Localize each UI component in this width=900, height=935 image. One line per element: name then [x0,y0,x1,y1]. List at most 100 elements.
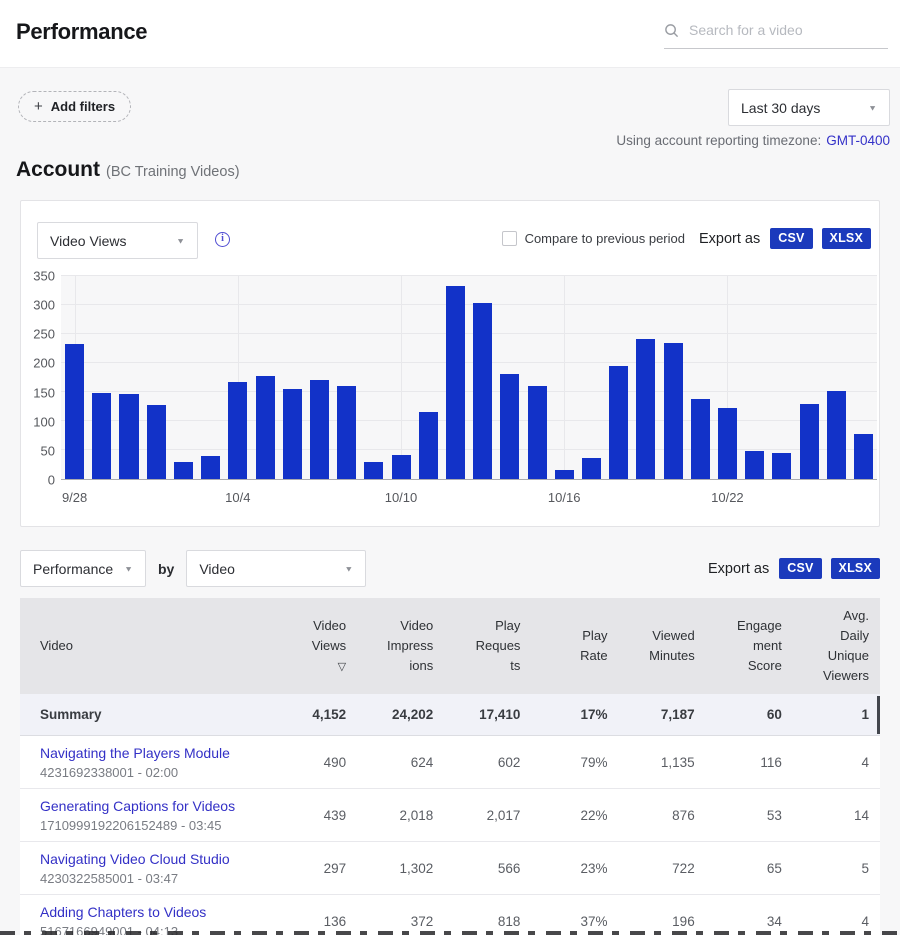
video-title-link[interactable]: Generating Captions for Videos [40,798,259,814]
chart-bar-10/10[interactable] [392,455,411,479]
chart-y-axis: 050100150200250300350 [27,276,55,480]
chart-bar-10/3[interactable] [201,456,220,479]
dimension-select[interactable]: Video ▼ [186,550,366,587]
chart-bar-10/13[interactable] [473,303,492,479]
column-header-video-views[interactable]: VideoViews▽ [270,616,357,676]
bar-slot [768,276,795,479]
chart-x-axis: 9/2810/410/1010/1610/22 [61,490,877,510]
header-line: Daily [793,626,869,646]
add-filters-button[interactable]: + Add filters [18,91,131,122]
column-header-avg-daily-unique-viewers[interactable]: Avg.DailyUniqueViewers [793,606,880,687]
y-tick-label: 150 [33,385,55,400]
chart-plot [61,276,877,480]
x-tick-label: 10/16 [548,490,581,505]
chart-bar-10/17[interactable] [582,458,601,479]
chart-bar-10/25[interactable] [800,404,819,479]
y-tick-label: 250 [33,327,55,342]
chart-bar-10/22[interactable] [718,408,737,479]
column-header-play-rate[interactable]: PlayRate [531,626,618,666]
export-xlsx-button[interactable]: XLSX [822,228,871,249]
column-header-engagement-score[interactable]: EngagementScore [706,616,793,676]
timezone-link[interactable]: GMT-0400 [826,133,890,148]
by-label: by [158,561,174,577]
video-cell: Navigating the Players Module42316923380… [20,736,270,788]
table-row: Generating Captions for Videos1710999192… [20,789,880,842]
column-header-video[interactable]: Video [20,636,270,656]
bar-slot [714,276,741,479]
chart-bar-10/8[interactable] [337,386,356,479]
chart-bar-10/19[interactable] [636,339,655,479]
compare-checkbox[interactable] [502,231,517,246]
table-export-csv-button[interactable]: CSV [779,558,821,579]
report-type-select[interactable]: Performance ▼ [20,550,146,587]
chart-bar-10/7[interactable] [310,380,329,479]
chart-bar-10/11[interactable] [419,412,438,479]
cell-value: 2,017 [444,808,531,823]
chart-bar-10/24[interactable] [772,453,791,479]
bar-slot [387,276,414,479]
cell-value: 624 [357,755,444,770]
cell-value: 37% [531,914,618,929]
cell-value: 490 [270,755,357,770]
chart-bar-10/5[interactable] [256,376,275,479]
chart-bar-10/16[interactable] [555,470,574,479]
chart-bar-9/28[interactable] [65,344,84,479]
bar-slot [523,276,550,479]
chart-bar-10/4[interactable] [228,382,247,479]
chart-bar-10/21[interactable] [691,399,710,479]
chart-bar-10/26[interactable] [827,391,846,479]
cell-value: 53 [706,808,793,823]
chart-bar-10/23[interactable] [745,451,764,479]
date-range-select[interactable]: Last 30 days ▼ [728,89,890,126]
y-tick-label: 300 [33,298,55,313]
timezone-prefix: Using account reporting timezone: [616,133,821,148]
metric-select[interactable]: Video Views ▼ [37,222,198,259]
chart-bar-10/1[interactable] [147,405,166,479]
header-line: Views [270,636,346,656]
cell-value: 5 [793,861,880,876]
chart-bar-10/14[interactable] [500,374,519,479]
chart-bar-10/9[interactable] [364,462,383,479]
search-input[interactable] [687,21,888,39]
column-header-video-impressions[interactable]: VideoImpressions [357,616,444,676]
video-title-link[interactable]: Navigating Video Cloud Studio [40,851,259,867]
table-export-xlsx-button[interactable]: XLSX [831,558,880,579]
y-tick-label: 0 [48,473,55,488]
header-line: Video [357,616,433,636]
cell-value: 818 [444,914,531,929]
table-scrollbar-thumb[interactable] [877,696,880,734]
chart-bar-10/18[interactable] [609,366,628,479]
export-csv-button[interactable]: CSV [770,228,812,249]
chart-bar-10/27[interactable] [854,434,873,479]
bar-slot [279,276,306,479]
bar-slot [823,276,850,479]
cell-value: 722 [619,861,706,876]
chart-bar-10/15[interactable] [528,386,547,479]
chart-bars [61,276,877,479]
chart-bar-10/20[interactable] [664,343,683,479]
chart-bar-10/6[interactable] [283,389,302,479]
y-tick-label: 100 [33,414,55,429]
plus-icon: + [34,98,43,115]
chart-bar-9/30[interactable] [119,394,138,479]
cell-value: 14 [793,808,880,823]
bar-slot [306,276,333,479]
bar-slot [415,276,442,479]
summary-value: 60 [706,707,793,722]
header-line: Reques [444,636,520,656]
bar-slot [442,276,469,479]
video-title-link[interactable]: Navigating the Players Module [40,745,259,761]
summary-value: 24,202 [357,707,444,722]
bar-slot [469,276,496,479]
chart-bar-10/2[interactable] [174,462,193,479]
bar-slot [61,276,88,479]
chart-bar-10/12[interactable] [446,286,465,479]
header-line: Viewed [619,626,695,646]
column-header-play-requests[interactable]: PlayRequests [444,616,531,676]
chart-card: Video Views ▼ i Compare to previous peri… [20,200,880,527]
x-tick-label: 10/22 [711,490,744,505]
chart-bar-9/29[interactable] [92,393,111,479]
column-header-viewed-minutes[interactable]: ViewedMinutes [619,626,706,666]
video-title-link[interactable]: Adding Chapters to Videos [40,904,259,920]
info-icon[interactable]: i [215,232,230,247]
